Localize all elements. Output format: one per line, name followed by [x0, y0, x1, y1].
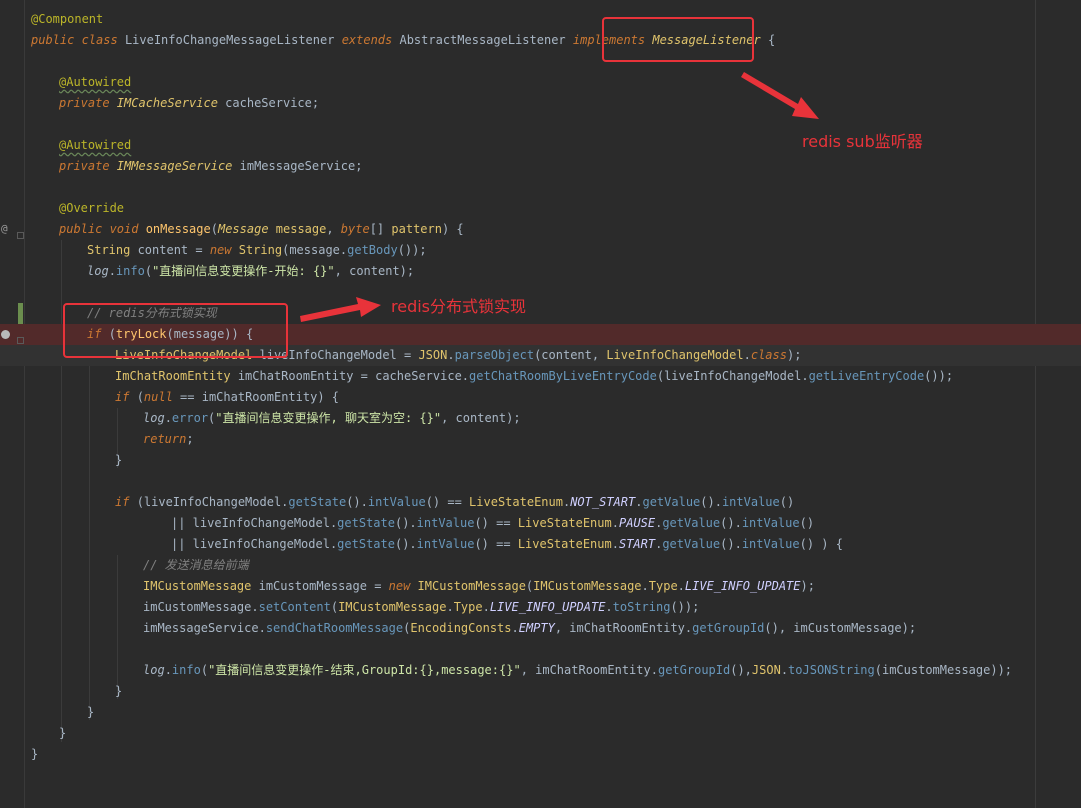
arrow-to-lock: [300, 297, 381, 322]
annotation-listener-label: redis sub监听器: [802, 132, 923, 151]
annotation-arrows: [300, 72, 819, 322]
arrow-to-listener: [741, 72, 819, 119]
annotation-lock-label: redis分布式锁实现: [391, 297, 527, 316]
code-editor[interactable]: @Component public class LiveInfoChangeMes…: [0, 0, 1081, 808]
